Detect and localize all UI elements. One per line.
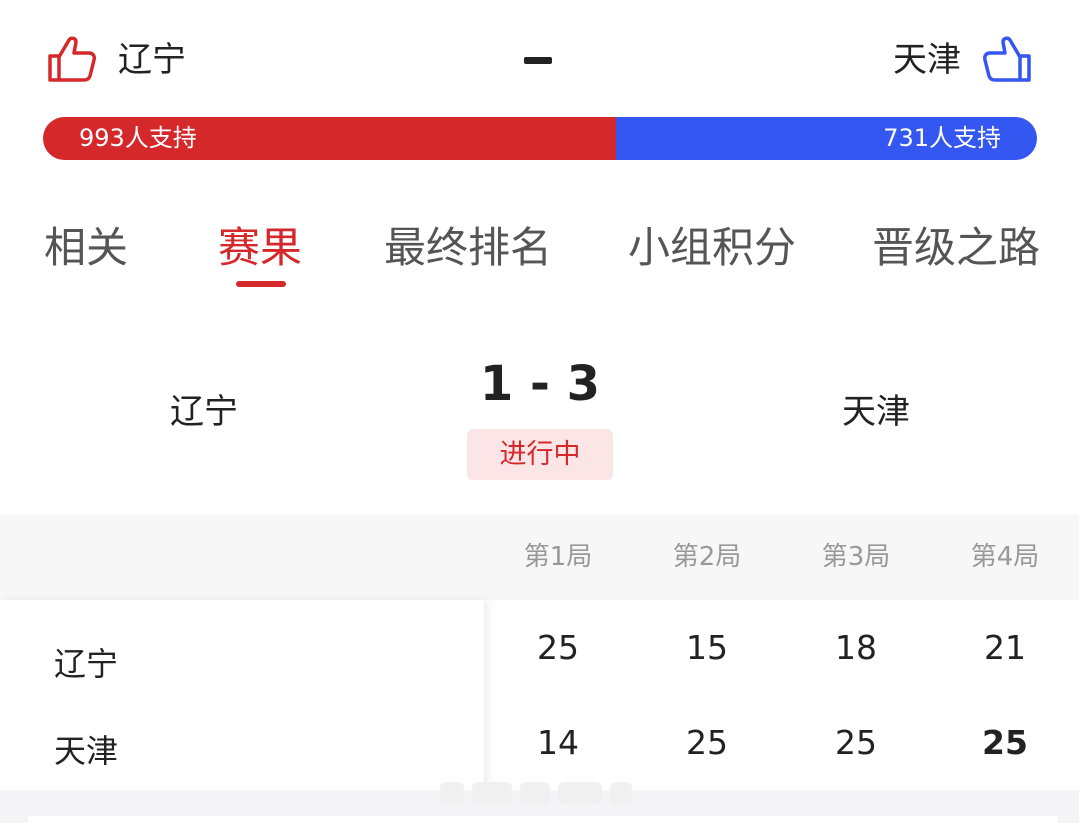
- set-score-cell: 25: [537, 628, 579, 667]
- sets-table: 第1局 第2局 第3局 第4局 辽宁 天津 25 15 18 21 14 25 …: [0, 514, 1079, 823]
- match-score: 1 - 3: [479, 356, 601, 412]
- tab-related[interactable]: 相关: [44, 220, 128, 276]
- set-4-header: 第4局: [970, 542, 1040, 572]
- set-score-cell: 14: [537, 723, 579, 762]
- home-support-button[interactable]: 辽宁: [44, 32, 186, 88]
- set-score-cell: 18: [835, 628, 877, 667]
- support-ratio-bar: 993人支持 731人支持: [43, 117, 1037, 160]
- set-score-cell-current: 25: [982, 723, 1028, 762]
- scroll-indicator: [440, 780, 640, 806]
- vs-separator: [524, 57, 552, 64]
- support-header: 辽宁 天津: [0, 0, 1079, 116]
- row-team-name: 天津: [54, 732, 119, 770]
- active-tab-indicator: [236, 281, 286, 287]
- match-away-team: 天津: [842, 392, 910, 432]
- set-score-cell: 21: [984, 628, 1026, 667]
- set-score-cell: 25: [686, 723, 728, 762]
- tab-group-standings[interactable]: 小组积分: [628, 220, 796, 276]
- sets-table-header: 第1局 第2局 第3局 第4局: [0, 514, 1079, 600]
- set-1-header: 第1局: [523, 542, 593, 572]
- scroll-indicator-dot: [520, 782, 550, 804]
- scroll-indicator-dot: [472, 782, 512, 804]
- away-support-count: 731人支持: [883, 124, 1001, 152]
- scroll-indicator-dot: [610, 782, 632, 804]
- home-support-count: 993人支持: [79, 124, 197, 152]
- match-page: 辽宁 天津 993人支持 731人支持 相关 赛果 最终排名 小组积分 晋级之路: [0, 0, 1079, 823]
- tab-path-to-advance[interactable]: 晋级之路: [872, 220, 1040, 276]
- away-team-name: 天津: [893, 40, 961, 80]
- tab-bar: 相关 赛果 最终排名 小组积分 晋级之路: [0, 210, 1079, 300]
- next-card-edge: [28, 816, 1058, 823]
- scroll-indicator-dot: [558, 782, 602, 804]
- tab-results[interactable]: 赛果: [218, 220, 302, 276]
- set-score-cell: 15: [686, 628, 728, 667]
- team-column: 辽宁 天津: [0, 600, 484, 805]
- thumbs-up-icon: [983, 36, 1031, 82]
- thumbs-up-icon: [48, 36, 96, 82]
- home-team-name: 辽宁: [118, 40, 186, 80]
- match-status-badge: 进行中: [467, 429, 613, 480]
- scroll-indicator-dot: [440, 782, 464, 804]
- tab-final-ranking[interactable]: 最终排名: [384, 220, 552, 276]
- match-home-team: 辽宁: [170, 392, 238, 432]
- home-support-fill: 993人支持: [43, 117, 616, 160]
- away-support-button[interactable]: 天津: [893, 32, 1035, 88]
- away-support-fill: 731人支持: [615, 117, 1037, 160]
- set-score-cell: 25: [835, 723, 877, 762]
- row-team-name: 辽宁: [54, 645, 119, 683]
- set-3-header: 第3局: [821, 542, 891, 572]
- set-2-header: 第2局: [672, 542, 742, 572]
